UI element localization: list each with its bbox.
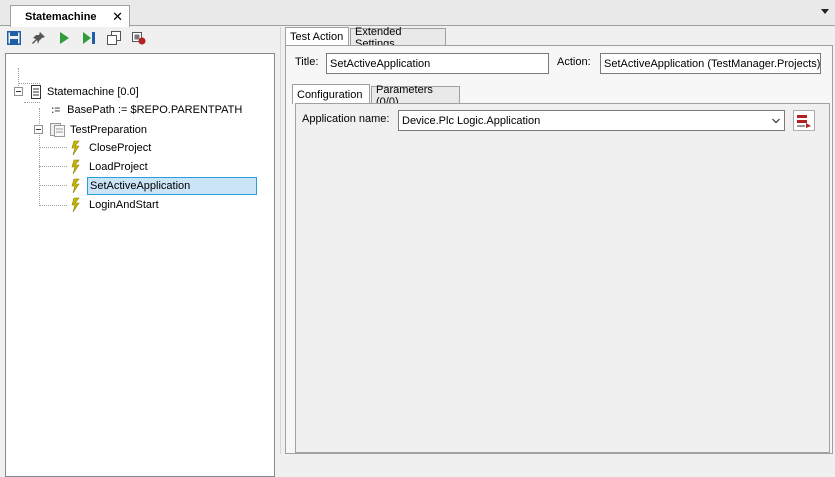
application-name-select[interactable]: Device.Plc Logic.Application	[398, 110, 785, 131]
application-name-value: Device.Plc Logic.Application	[402, 114, 541, 127]
tab-test-action[interactable]: Test Action	[285, 27, 349, 46]
select-application-icon	[797, 114, 811, 128]
tree-connector	[39, 166, 67, 167]
title-input-value: SetActiveApplication	[330, 57, 431, 70]
pin-button[interactable]	[31, 30, 47, 46]
close-icon[interactable]: ✕	[112, 9, 123, 25]
title-label: Title:	[295, 56, 319, 68]
tree-expander-root[interactable]	[14, 87, 23, 96]
tab-label: Test Action	[290, 31, 344, 43]
step-button[interactable]	[81, 30, 97, 46]
action-input-value: SetActiveApplication (TestManager.Projec…	[604, 57, 821, 70]
action-icon	[71, 159, 80, 175]
tree-node-action[interactable]: LoginAndStart	[70, 196, 159, 214]
tab-extended-settings[interactable]: Extended Settings	[350, 26, 446, 50]
tree-node-basepath[interactable]: := BasePath := $REPO.PARENTPATH	[51, 101, 242, 119]
tree-connector	[39, 185, 67, 186]
tree-node-label: SetActiveApplication	[87, 177, 257, 195]
save-icon	[7, 31, 21, 45]
tree-node-label: TestPreparation	[70, 124, 148, 136]
document-tab-statemachine[interactable]: Statemachine ✕	[10, 5, 130, 27]
tree-connector	[39, 205, 67, 206]
tree-connector	[24, 102, 40, 103]
left-pane: Statemachine [0.0] := BasePath := $REPO.…	[0, 27, 280, 477]
tree-node-action[interactable]: LoadProject	[70, 158, 148, 176]
tab-parameters[interactable]: Parameters (0/0)	[371, 84, 460, 108]
stop-record-button[interactable]	[131, 30, 147, 46]
tree-node-label: Statemachine [0.0]	[47, 86, 139, 98]
sequence-icon	[50, 123, 65, 137]
tree-node-action-selected[interactable]: SetActiveApplication	[70, 177, 257, 195]
stop-record-icon	[132, 32, 146, 45]
tree-toolbar	[0, 27, 280, 49]
step-icon	[83, 32, 95, 44]
tree-node-testpreparation[interactable]: TestPreparation	[50, 121, 147, 139]
test-action-panel: Title: SetActiveApplication Action: SetA…	[285, 45, 833, 454]
tree-connector	[39, 147, 67, 148]
select-application-button[interactable]	[793, 110, 815, 131]
statemachine-tree[interactable]: Statemachine [0.0] := BasePath := $REPO.…	[5, 53, 275, 477]
save-button[interactable]	[6, 30, 22, 46]
run-button[interactable]	[56, 30, 72, 46]
tree-connector	[39, 108, 40, 206]
tree-node-label: CloseProject	[89, 142, 152, 154]
chevron-down-icon	[772, 118, 780, 124]
tree-node-root[interactable]: Statemachine [0.0]	[30, 83, 139, 101]
title-input[interactable]: SetActiveApplication	[326, 53, 549, 74]
action-icon	[71, 140, 80, 156]
tree-node-action[interactable]: CloseProject	[70, 139, 151, 157]
action-input[interactable]: SetActiveApplication (TestManager.Projec…	[600, 53, 821, 74]
assign-icon: :=	[51, 104, 61, 116]
document-tab-label: Statemachine	[25, 10, 97, 23]
copy-icon	[107, 31, 121, 45]
document-tabstrip: Statemachine ✕	[0, 0, 835, 27]
action-icon	[71, 197, 80, 213]
tab-label: Configuration	[297, 88, 363, 101]
tab-list-dropdown-icon[interactable]	[821, 9, 829, 14]
action-label: Action:	[557, 56, 591, 68]
copy-button[interactable]	[106, 30, 122, 46]
run-icon	[60, 32, 69, 44]
configuration-panel: Application name: Device.Plc Logic.Appli…	[295, 103, 830, 453]
application-name-label: Application name:	[302, 113, 390, 125]
tab-configuration[interactable]: Configuration	[292, 84, 370, 104]
tree-node-label: LoadProject	[89, 161, 148, 173]
action-icon	[71, 178, 80, 194]
document-icon	[31, 85, 41, 99]
right-pane: Test Action Extended Settings Title: Set…	[285, 26, 835, 454]
pin-icon	[32, 32, 45, 44]
tree-node-label: BasePath := $REPO.PARENTPATH	[67, 104, 243, 116]
tree-expander-testpreparation[interactable]	[34, 125, 43, 134]
tree-node-label: LoginAndStart	[89, 199, 159, 211]
